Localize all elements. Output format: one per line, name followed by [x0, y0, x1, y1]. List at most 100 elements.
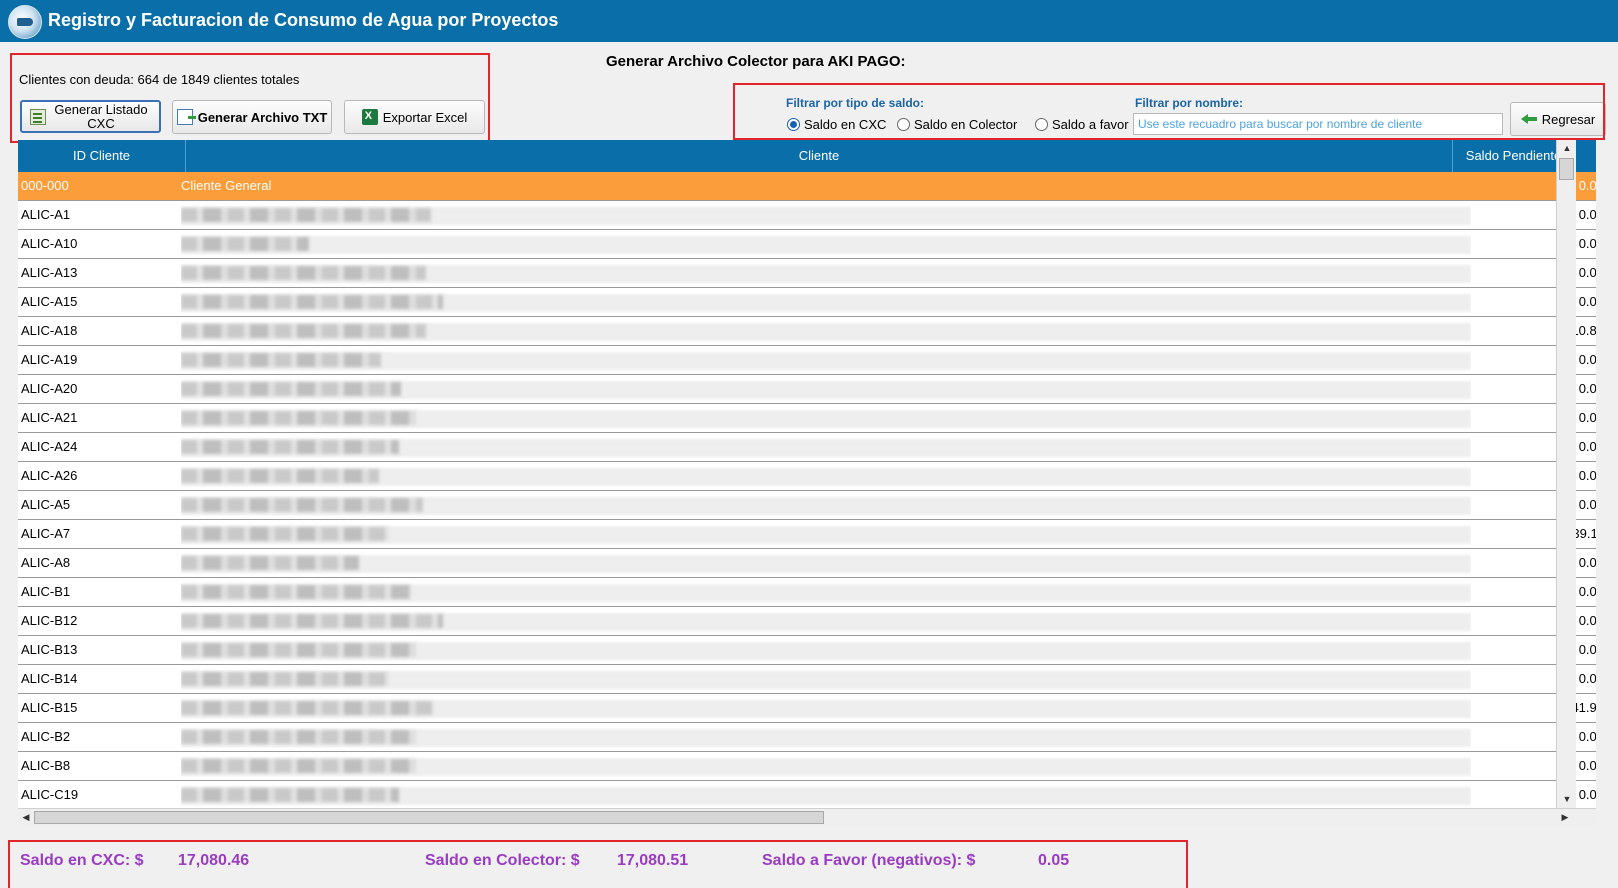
cell-cliente — [181, 375, 1471, 403]
cell-saldo-pendiente: 0.00 — [1578, 468, 1596, 483]
cell-cliente — [181, 317, 1471, 345]
cell-id-cliente: ALIC-C19 — [21, 787, 79, 802]
horizontal-scrollbar[interactable]: ◀ ▶ — [18, 808, 1596, 826]
clients-count-text: Clientes con deuda: 664 de 1849 clientes… — [19, 72, 300, 87]
table-row[interactable]: ALIC-A8 0.00 — [18, 549, 1596, 578]
table-row[interactable]: ALIC-A5 0.00 — [18, 491, 1596, 520]
table-row[interactable]: ALIC-A24 0.00 — [18, 433, 1596, 462]
vertical-scroll-thumb[interactable] — [1559, 158, 1574, 180]
cell-saldo-pendiente: 0.00 — [1578, 352, 1596, 367]
cell-cliente — [181, 259, 1471, 287]
regresar-button[interactable]: Regresar — [1510, 102, 1606, 136]
cell-id-cliente: ALIC-A19 — [21, 352, 78, 367]
table-row[interactable]: ALIC-B14 0.00 — [18, 665, 1596, 694]
table-row[interactable]: ALIC-A13 0.00 — [18, 259, 1596, 288]
scroll-down-arrow-icon[interactable]: ▼ — [1560, 792, 1574, 806]
table-row[interactable]: ALIC-A15 0.00 — [18, 288, 1596, 317]
redacted-client-name — [181, 381, 401, 396]
cell-id-cliente: ALIC-A5 — [21, 497, 71, 512]
app-logo-icon — [8, 5, 42, 39]
cell-id-cliente: ALIC-A8 — [21, 555, 71, 570]
table-row[interactable]: ALIC-A7 39.11 — [18, 520, 1596, 549]
cell-saldo-pendiente: 0.00 — [1578, 236, 1596, 251]
table-row[interactable]: ALIC-A18 10.81 — [18, 317, 1596, 346]
cell-saldo-pendiente: 0.00 — [1578, 439, 1596, 454]
cell-cliente — [181, 636, 1471, 664]
cell-saldo-pendiente: 0.00 — [1578, 671, 1596, 686]
section-title: Generar Archivo Colector para AKI PAGO: — [606, 53, 906, 70]
exportar-excel-button[interactable]: Exportar Excel — [344, 100, 485, 134]
redacted-row-background — [181, 236, 1471, 254]
radio-saldo-cxc[interactable]: Saldo en CXC — [787, 117, 886, 132]
excel-icon — [361, 109, 378, 125]
cell-saldo-pendiente: 0.00 — [1578, 758, 1596, 773]
table-row[interactable]: ALIC-B1 0.00 — [18, 578, 1596, 607]
table-row[interactable]: ALIC-C19 0.00 — [18, 781, 1596, 808]
column-header-id[interactable]: ID Cliente — [18, 140, 186, 172]
cell-saldo-pendiente: 0.00 — [1578, 642, 1596, 657]
vertical-scrollbar[interactable]: ▲ ▼ — [1556, 140, 1576, 808]
cell-saldo-pendiente: 0.00 — [1578, 555, 1596, 570]
total-cxc-value: 17,080.46 — [178, 852, 250, 869]
cell-saldo-pendiente: 0.00 — [1578, 584, 1596, 599]
cell-cliente — [181, 433, 1471, 461]
column-header-cliente[interactable]: Cliente — [186, 140, 1453, 172]
scroll-right-arrow-icon[interactable]: ▶ — [1558, 810, 1572, 824]
radio-saldo-favor[interactable]: Saldo a favor — [1035, 117, 1129, 132]
redacted-client-name — [181, 613, 443, 628]
table-row[interactable]: ALIC-A26 0.00 — [18, 462, 1596, 491]
cell-cliente — [181, 694, 1471, 722]
horizontal-scroll-thumb[interactable] — [34, 811, 824, 824]
total-colector-label: Saldo en Colector: $ — [425, 852, 580, 869]
regresar-label: Regresar — [1541, 111, 1596, 127]
cell-cliente — [181, 230, 1471, 258]
client-name-search-input[interactable] — [1133, 113, 1503, 135]
cell-cliente — [181, 288, 1471, 316]
radio-selected-indicator[interactable] — [787, 118, 800, 131]
scroll-up-arrow-icon[interactable]: ▲ — [1560, 141, 1574, 155]
cell-id-cliente: ALIC-A26 — [21, 468, 78, 483]
table-row[interactable]: ALIC-B15 41.92 — [18, 694, 1596, 723]
cell-cliente — [181, 781, 1471, 808]
radio-indicator[interactable] — [1035, 118, 1048, 131]
table-row[interactable]: ALIC-B13 0.00 — [18, 636, 1596, 665]
radio-saldo-colector[interactable]: Saldo en Colector — [897, 117, 1017, 132]
cell-saldo-pendiente: 0.00 — [1578, 497, 1596, 512]
table-row[interactable]: ALIC-B2 0.00 — [18, 723, 1596, 752]
table-row[interactable]: ALIC-A19 0.00 — [18, 346, 1596, 375]
table-row[interactable]: ALIC-B12 0.00 — [18, 607, 1596, 636]
cell-id-cliente: 000-000 — [21, 178, 69, 193]
radio-indicator[interactable] — [897, 118, 910, 131]
cell-saldo-pendiente: 39.11 — [1572, 526, 1596, 541]
table-row[interactable]: ALIC-A21 0.00 — [18, 404, 1596, 433]
redacted-client-name — [181, 555, 359, 570]
cell-cliente — [181, 491, 1471, 519]
redacted-client-name — [181, 410, 416, 425]
redacted-client-name — [181, 207, 431, 222]
redacted-client-name — [181, 584, 411, 599]
cell-saldo-pendiente: 0.00 — [1578, 787, 1596, 802]
table-row[interactable]: 000-000 Cliente General 0.00 — [18, 172, 1596, 201]
back-arrow-icon — [1520, 114, 1537, 124]
cell-id-cliente: ALIC-B14 — [21, 671, 78, 686]
redacted-client-name — [181, 265, 426, 280]
cell-saldo-pendiente: 10.81 — [1571, 323, 1596, 338]
table-row[interactable]: ALIC-A1 0.00 — [18, 201, 1596, 230]
generar-listado-cxc-button[interactable]: Generar Listado CXC — [20, 100, 161, 133]
redacted-client-name — [181, 671, 389, 686]
cell-saldo-pendiente: 0.00 — [1578, 294, 1596, 309]
generar-archivo-txt-button[interactable]: Generar Archivo TXT — [172, 100, 332, 134]
table-row[interactable]: ALIC-A10 0.00 — [18, 230, 1596, 259]
cell-cliente — [181, 665, 1471, 693]
cell-id-cliente: ALIC-A24 — [21, 439, 78, 454]
cell-cliente — [181, 549, 1471, 577]
cell-saldo-pendiente: 0.00 — [1578, 410, 1596, 425]
generar-archivo-txt-label: Generar Archivo TXT — [197, 109, 328, 125]
cell-saldo-pendiente: 0.00 — [1578, 613, 1596, 628]
table-row[interactable]: ALIC-B8 0.00 — [18, 752, 1596, 781]
redacted-client-name — [181, 729, 416, 744]
scroll-left-arrow-icon[interactable]: ◀ — [19, 810, 33, 824]
redacted-client-name — [181, 787, 399, 802]
table-row[interactable]: ALIC-A20 0.00 — [18, 375, 1596, 404]
radio-saldo-colector-label: Saldo en Colector — [914, 117, 1018, 132]
